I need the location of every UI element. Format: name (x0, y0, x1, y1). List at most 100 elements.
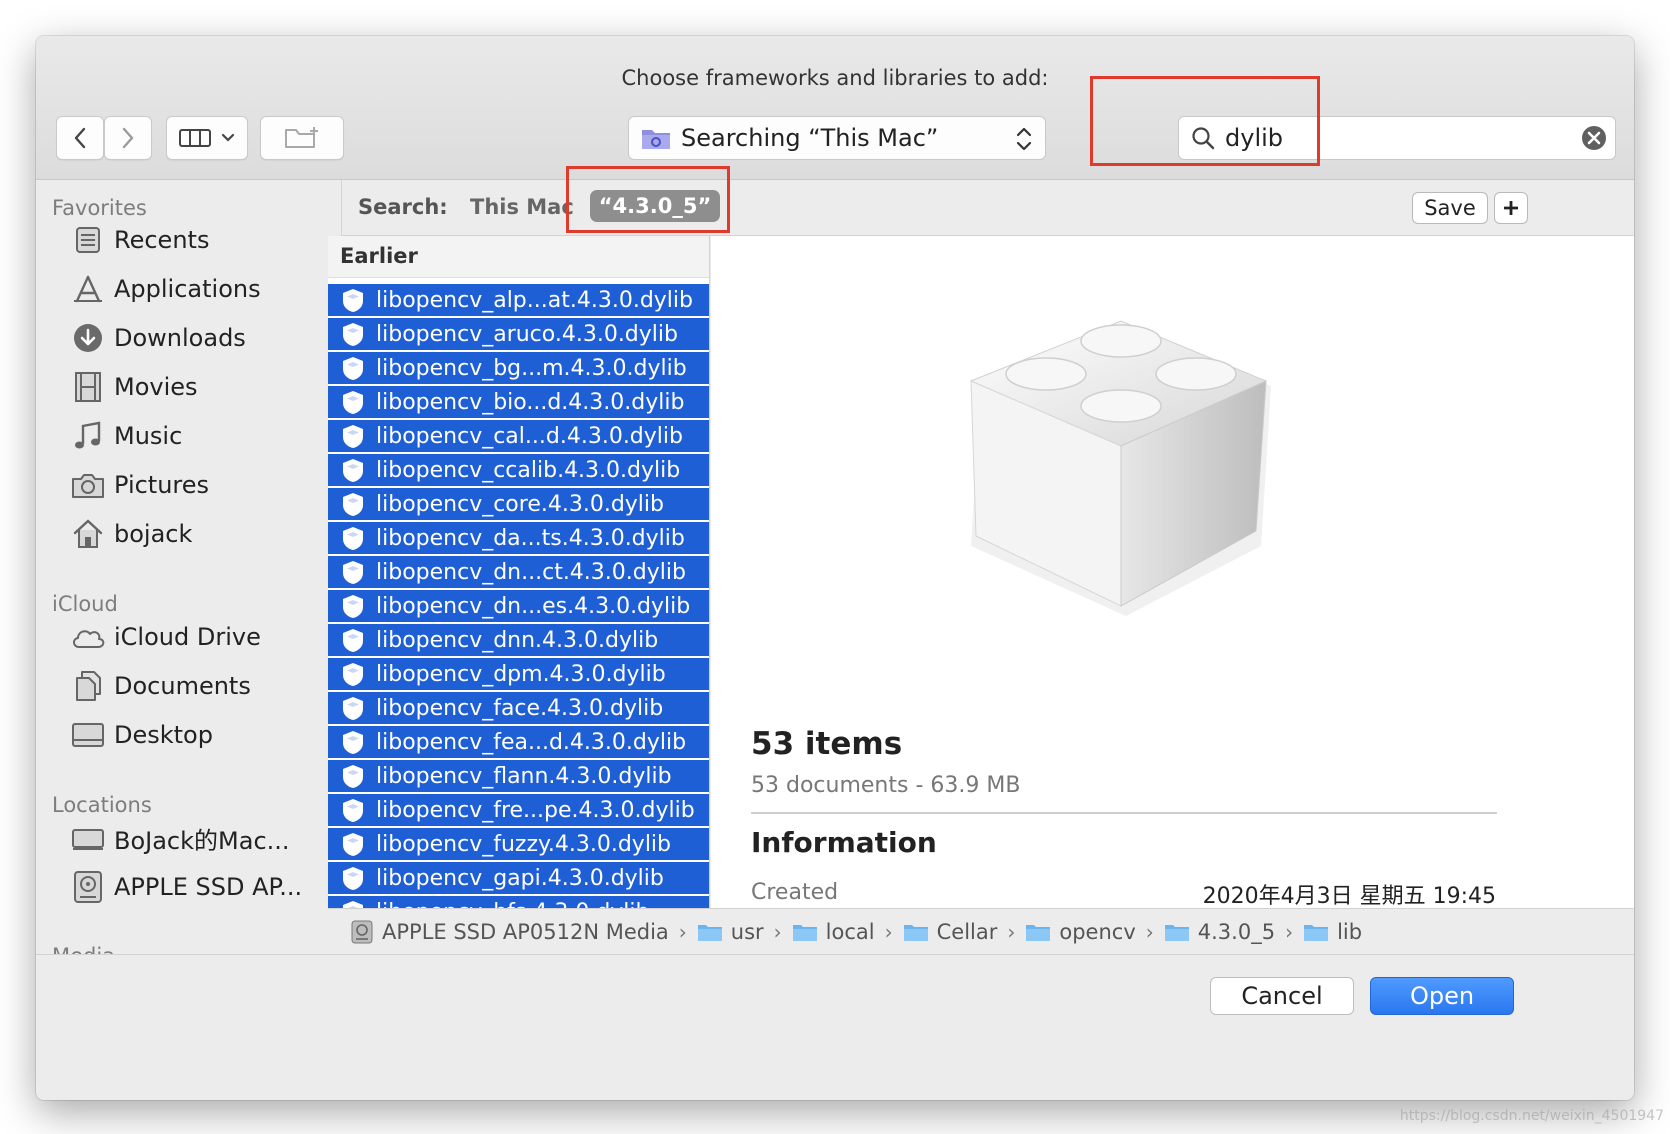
sidebar-item-mac[interactable]: BoJack的Mac... (70, 818, 290, 858)
smart-folder-icon (642, 130, 670, 149)
file-row[interactable]: libopencv_dn...es.4.3.0.dylib (328, 590, 709, 622)
scope-this-mac[interactable]: This Mac (470, 195, 574, 219)
file-rows: libopencv_alp...at.4.3.0.dylib libopencv_… (328, 278, 709, 908)
back-button[interactable] (56, 116, 104, 160)
file-row[interactable]: libopencv_dnn.4.3.0.dylib (328, 624, 709, 656)
preview-summary: 53 documents - 63.9 MB (751, 773, 1021, 798)
location-popup[interactable]: Searching “This Mac” (628, 116, 1046, 160)
file-row[interactable]: libopencv_dn...ct.4.3.0.dylib (328, 556, 709, 588)
path-crumb[interactable]: lib (1303, 920, 1362, 944)
file-name: libopencv_dn...es.4.3.0.dylib (376, 593, 691, 619)
path-separator-icon: › (773, 919, 782, 944)
path-crumb[interactable]: local (792, 920, 875, 944)
file-name: libopencv_fuzzy.4.3.0.dylib (376, 831, 672, 857)
dialog-title: Choose frameworks and libraries to add: (621, 66, 1049, 90)
preview-divider (751, 812, 1497, 814)
pictures-icon (72, 474, 104, 498)
file-row[interactable]: libopencv_core.4.3.0.dylib (328, 488, 709, 520)
dialog-toolbar: Choose frameworks and libraries to add: … (36, 36, 1634, 180)
preview-created-value: 2020年4月3日 星期五 19:45 (1202, 884, 1496, 908)
library-file-icon (343, 731, 363, 754)
path-crumb[interactable]: usr (697, 920, 764, 944)
file-row[interactable]: libopencv_dpm.4.3.0.dylib (328, 658, 709, 690)
cancel-button[interactable]: Cancel (1210, 977, 1354, 1015)
file-row[interactable]: libopencv_face.4.3.0.dylib (328, 692, 709, 724)
sidebar-item-applications[interactable]: Applications (70, 269, 261, 309)
sidebar-item-movies[interactable]: Movies (70, 367, 198, 407)
path-crumb[interactable]: opencv (1025, 920, 1136, 944)
path-separator-icon: › (1285, 919, 1294, 944)
scope-folder-token[interactable]: “4.3.0_5” (590, 190, 720, 222)
sidebar-item-icloud-drive[interactable]: iCloud Drive (70, 617, 261, 657)
sidebar-item-disk[interactable]: APPLE SSD AP... (70, 867, 302, 907)
sidebar-item-documents[interactable]: Documents (70, 666, 251, 706)
library-file-icon (343, 425, 363, 448)
search-input[interactable]: dylib (1178, 116, 1616, 160)
sidebar-item-label: APPLE SSD AP... (114, 873, 303, 901)
sidebar-header-icloud: iCloud (52, 592, 118, 616)
sidebar-item-label: Documents (114, 672, 251, 700)
file-name: libopencv_aruco.4.3.0.dylib (376, 321, 678, 347)
file-row[interactable]: libopencv_hfs.4.3.0.dylib (328, 896, 709, 908)
forward-button[interactable] (104, 116, 152, 160)
path-crumb[interactable]: APPLE SSD AP0512N Media (350, 919, 669, 945)
file-row[interactable]: libopencv_bg...m.4.3.0.dylib (328, 352, 709, 384)
add-criteria-button[interactable] (1494, 192, 1528, 224)
file-row[interactable]: libopencv_da...ts.4.3.0.dylib (328, 522, 709, 554)
icloud-icon (73, 630, 105, 648)
file-row[interactable]: libopencv_fuzzy.4.3.0.dylib (328, 828, 709, 860)
recents-icon (76, 227, 100, 253)
file-row[interactable]: libopencv_alp...at.4.3.0.dylib (328, 284, 709, 316)
file-row[interactable]: libopencv_fre...pe.4.3.0.dylib (328, 794, 709, 826)
library-file-icon (343, 493, 363, 516)
sidebar-item-pictures[interactable]: Pictures (70, 465, 209, 505)
chevron-down-icon (221, 133, 235, 142)
file-row[interactable]: libopencv_gapi.4.3.0.dylib (328, 862, 709, 894)
folder-icon (697, 924, 722, 941)
sidebar-item-desktop[interactable]: Desktop (70, 715, 213, 755)
file-row[interactable]: libopencv_flann.4.3.0.dylib (328, 760, 709, 792)
open-button[interactable]: Open (1370, 977, 1514, 1015)
search-icon (1192, 127, 1215, 150)
file-dialog: Choose frameworks and libraries to add: … (36, 36, 1634, 1100)
path-crumb-label: APPLE SSD AP0512N Media (382, 919, 669, 944)
folder-icon (1164, 924, 1189, 941)
list-group-header: Earlier (328, 236, 709, 278)
sidebar-item-music[interactable]: Music (70, 416, 182, 456)
movies-icon (75, 372, 101, 402)
documents-icon (76, 671, 101, 701)
preview-item-count: 53 items (751, 726, 903, 762)
sidebar-header-favorites: Favorites (52, 196, 147, 220)
file-name: libopencv_da...ts.4.3.0.dylib (376, 525, 685, 551)
path-crumb[interactable]: 4.3.0_5 (1164, 920, 1275, 944)
library-file-icon (343, 697, 363, 720)
file-name: libopencv_bg...m.4.3.0.dylib (376, 355, 687, 381)
file-row[interactable]: libopencv_bio...d.4.3.0.dylib (328, 386, 709, 418)
chevron-left-icon (74, 127, 86, 149)
path-bar: APPLE SSD AP0512N Media › usr › local › Cellar… (328, 908, 1634, 954)
file-row[interactable]: libopencv_cal...d.4.3.0.dylib (328, 420, 709, 452)
file-list: Earlier libopencv_alp...at.4.3.0.dylib li… (328, 236, 710, 908)
sidebar-item-label: Movies (114, 373, 198, 401)
new-folder-button[interactable] (260, 116, 344, 160)
sidebar-item-home[interactable]: bojack (70, 514, 192, 554)
dialog-footer: Cancel Open (36, 954, 1634, 1100)
sidebar-item-downloads[interactable]: Downloads (70, 318, 246, 358)
file-row[interactable]: libopencv_ccalib.4.3.0.dylib (328, 454, 709, 486)
library-icon (969, 320, 1271, 616)
clear-icon[interactable] (1581, 125, 1607, 151)
path-crumb[interactable]: Cellar (903, 920, 997, 944)
library-file-icon (343, 867, 363, 890)
file-row[interactable]: libopencv_fea...d.4.3.0.dylib (328, 726, 709, 758)
file-name: libopencv_hfs.4.3.0.dylib (376, 900, 650, 909)
sidebar-item-recents[interactable]: Recents (70, 220, 209, 260)
view-mode-button[interactable] (166, 116, 248, 160)
path-separator-icon: › (1007, 919, 1016, 944)
save-search-button[interactable]: Save (1412, 192, 1488, 224)
file-name: libopencv_core.4.3.0.dylib (376, 491, 664, 517)
sidebar-item-label: Pictures (114, 471, 210, 499)
folder-icon (903, 924, 928, 941)
file-row[interactable]: libopencv_aruco.4.3.0.dylib (328, 318, 709, 350)
path-crumb-label: usr (730, 919, 764, 944)
folder-icon (1304, 924, 1329, 941)
